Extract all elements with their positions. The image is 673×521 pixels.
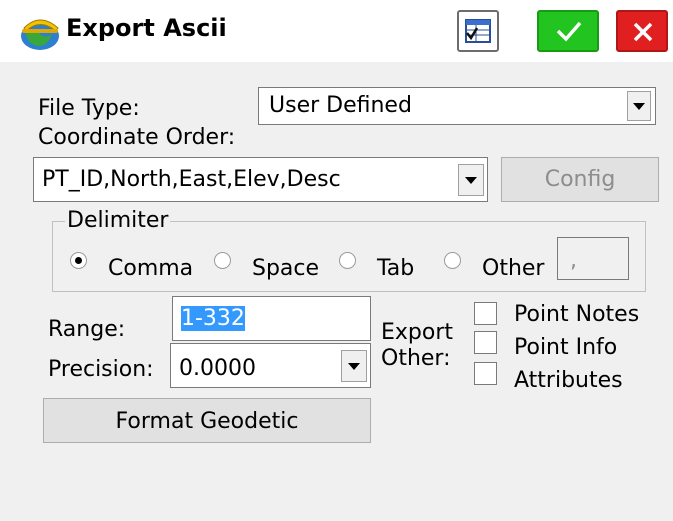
close-x-icon xyxy=(633,22,653,42)
attributes-label: Attributes xyxy=(514,368,623,393)
other-delimiter-input[interactable]: , xyxy=(557,237,629,280)
export-other-label-line1: Export xyxy=(381,320,454,345)
comma-label: Comma xyxy=(108,256,194,281)
file-type-value: User Defined xyxy=(269,93,412,118)
range-value: 1-332 xyxy=(181,306,245,331)
other-radio[interactable] xyxy=(444,252,461,269)
tab-label: Tab xyxy=(377,256,415,281)
export-other-label-line2: Other: xyxy=(381,346,451,371)
format-geodetic-button[interactable]: Format Geodetic xyxy=(43,398,371,443)
file-type-dropdown[interactable]: User Defined xyxy=(258,87,656,125)
checkmark-icon xyxy=(556,21,582,42)
space-radio[interactable] xyxy=(214,252,231,269)
table-view-button[interactable] xyxy=(457,10,499,52)
title-bar: Export Ascii xyxy=(0,0,673,62)
precision-dropdown-arrow[interactable] xyxy=(341,350,367,382)
config-button[interactable]: Config xyxy=(501,157,659,202)
window-title: Export Ascii xyxy=(66,14,227,42)
tab-radio[interactable] xyxy=(339,252,356,269)
point-info-checkbox[interactable] xyxy=(474,331,497,354)
point-info-label: Point Info xyxy=(514,335,618,360)
coordinate-order-label: Coordinate Order: xyxy=(38,125,236,150)
range-label: Range: xyxy=(48,317,126,342)
carlson-globe-icon xyxy=(21,19,59,50)
attributes-checkbox[interactable] xyxy=(474,362,497,385)
file-type-dropdown-arrow[interactable] xyxy=(627,91,651,121)
ok-button[interactable] xyxy=(537,10,599,52)
point-notes-checkbox[interactable] xyxy=(474,302,497,325)
precision-label: Precision: xyxy=(48,357,154,382)
coordinate-order-dropdown-arrow[interactable] xyxy=(458,164,484,196)
other-label: Other xyxy=(482,256,545,281)
close-button[interactable] xyxy=(616,10,668,52)
comma-radio[interactable] xyxy=(70,252,87,269)
precision-value: 0.0000 xyxy=(179,356,256,381)
range-input[interactable]: 1-332 xyxy=(172,296,371,341)
coordinate-order-dropdown[interactable]: PT_ID,North,East,Elev,Desc xyxy=(33,157,488,202)
file-type-label: File Type: xyxy=(38,96,140,121)
point-notes-label: Point Notes xyxy=(514,302,640,327)
table-view-icon xyxy=(465,19,491,43)
space-label: Space xyxy=(252,256,320,281)
coordinate-order-value: PT_ID,North,East,Elev,Desc xyxy=(42,167,341,192)
delimiter-legend: Delimiter xyxy=(65,208,171,233)
other-delimiter-value: , xyxy=(570,248,577,273)
